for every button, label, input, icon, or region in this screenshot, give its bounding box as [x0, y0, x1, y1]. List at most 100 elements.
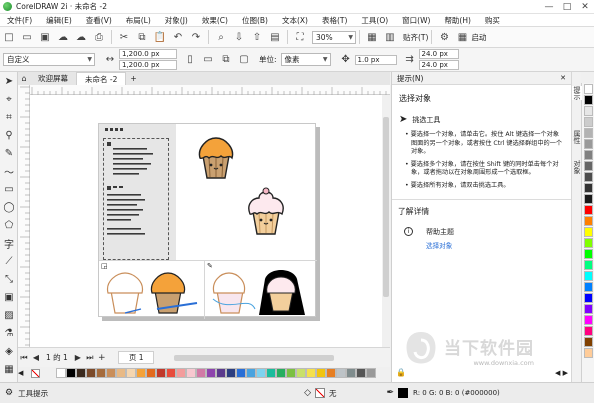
menu-help[interactable]: 帮助(H) [437, 14, 478, 27]
vertical-ruler[interactable] [18, 85, 30, 347]
cloud-upload-icon[interactable]: ☁ [56, 30, 70, 44]
color-swatch[interactable] [583, 271, 593, 281]
zoom-tool-icon[interactable]: ⚲ [0, 126, 18, 144]
ellipse-tool-icon[interactable]: ◯ [0, 198, 18, 216]
no-color-swatch[interactable] [31, 368, 41, 378]
color-swatch[interactable] [136, 368, 146, 378]
color-swatch[interactable] [206, 368, 216, 378]
current-page-icon[interactable]: ▢ [237, 53, 251, 67]
color-swatch[interactable] [583, 161, 593, 171]
page-tab[interactable]: 页 1 [117, 351, 155, 364]
connector-tool-icon[interactable]: ⤡ [0, 270, 18, 288]
color-swatch[interactable] [366, 368, 376, 378]
landscape-icon[interactable]: ▭ [201, 53, 215, 67]
color-swatch[interactable] [216, 368, 226, 378]
menu-bitmaps[interactable]: 位图(B) [235, 14, 275, 27]
tab-document[interactable]: 未命名 -2 [76, 72, 127, 85]
color-swatch[interactable] [346, 368, 356, 378]
units-select[interactable]: 像素 ▼ [280, 53, 331, 66]
home-icon[interactable]: ⌂ [18, 72, 30, 85]
color-swatch[interactable] [146, 368, 156, 378]
fullscreen-icon[interactable]: ⛶ [293, 30, 307, 44]
color-swatch[interactable] [336, 368, 346, 378]
menu-text[interactable]: 文本(X) [275, 14, 315, 27]
orange-cupcake-illustration[interactable] [197, 134, 235, 180]
snap-to-button[interactable]: 贴齐(T) [403, 32, 428, 43]
add-tab-button[interactable]: + [126, 72, 140, 85]
menu-object[interactable]: 对象(J) [158, 14, 195, 27]
scroll-thumb[interactable] [383, 117, 389, 297]
freehand-tool-icon[interactable]: ✎ [0, 144, 18, 162]
color-swatch[interactable] [116, 368, 126, 378]
gear-icon[interactable]: ⚙ [5, 388, 13, 398]
color-swatch[interactable] [306, 368, 316, 378]
close-button[interactable]: ✕ [576, 0, 594, 14]
shape-tool-icon[interactable]: ⌖ [0, 90, 18, 108]
color-swatch[interactable] [246, 368, 256, 378]
copy-icon[interactable]: ⧉ [135, 30, 149, 44]
interactive-fill-icon[interactable]: ◈ [0, 342, 18, 360]
color-swatch[interactable] [96, 368, 106, 378]
side-tab-objects[interactable]: 对象 [572, 160, 582, 174]
color-swatch[interactable] [86, 368, 96, 378]
crop-tool-icon[interactable]: ⌗ [0, 108, 18, 126]
smart-fill-icon[interactable]: ▦ [0, 360, 18, 378]
page-height-field[interactable]: 1,200.0 px [119, 60, 177, 70]
color-swatch[interactable] [583, 315, 593, 325]
open-folder-icon[interactable]: ▭ [20, 30, 34, 44]
next-page-icon[interactable]: ▶ [72, 349, 84, 367]
menu-tools[interactable]: 工具(O) [354, 14, 395, 27]
artistic-media-icon[interactable]: 〜 [0, 162, 18, 180]
lock-icon[interactable]: 🔒 [396, 368, 406, 377]
polygon-tool-icon[interactable]: ⬠ [0, 216, 18, 234]
color-swatch[interactable] [176, 368, 186, 378]
color-swatch[interactable] [286, 368, 296, 378]
scroll-arrows-icon[interactable]: ◀ ▶ [555, 369, 568, 377]
color-swatch[interactable] [583, 194, 593, 204]
color-swatch[interactable] [583, 282, 593, 292]
undo-icon[interactable]: ↶ [171, 30, 185, 44]
color-swatch[interactable] [156, 368, 166, 378]
minimize-button[interactable]: — [540, 0, 558, 14]
color-swatch[interactable] [356, 368, 366, 378]
cloud-download-icon[interactable]: ☁ [74, 30, 88, 44]
horizontal-ruler[interactable] [30, 85, 390, 95]
view-mode-icon[interactable]: ▦ [365, 30, 379, 44]
fill-none-swatch[interactable] [315, 388, 325, 398]
color-swatch[interactable] [583, 128, 593, 138]
side-tab-properties[interactable]: 属性 [572, 130, 582, 144]
color-swatch[interactable] [66, 368, 76, 378]
color-swatch[interactable] [186, 368, 196, 378]
color-swatch[interactable] [236, 368, 246, 378]
page-preset-select[interactable]: 自定义 ▼ [3, 53, 95, 66]
parallel-dimension-icon[interactable]: ⟋ [0, 252, 18, 270]
color-swatch[interactable] [276, 368, 286, 378]
page-width-field[interactable]: 1,200.0 px [119, 49, 177, 59]
color-swatch[interactable] [583, 172, 593, 182]
help-topic-link[interactable]: 选择对象 [426, 240, 454, 250]
color-swatch[interactable] [583, 326, 593, 336]
tab-welcome-screen[interactable]: 欢迎屏幕 [30, 72, 76, 85]
menu-file[interactable]: 文件(F) [0, 14, 39, 27]
portrait-icon[interactable]: ▯ [183, 53, 197, 67]
color-swatch[interactable] [583, 150, 593, 160]
zoom-level-select[interactable]: 30% ▼ [312, 30, 356, 44]
color-swatch[interactable] [296, 368, 306, 378]
maximize-button[interactable]: □ [558, 0, 576, 14]
menu-window[interactable]: 窗口(W) [395, 14, 437, 27]
print-icon[interactable]: ⎙ [92, 30, 106, 44]
color-swatch[interactable] [583, 348, 593, 358]
outline-color-swatch[interactable] [398, 388, 409, 398]
import-icon[interactable]: ⇩ [232, 30, 246, 44]
color-swatch[interactable] [196, 368, 206, 378]
menu-buy[interactable]: 购买 [478, 14, 507, 27]
palette-scroll-left-icon[interactable]: ◀ [18, 369, 23, 377]
drawing-canvas[interactable]: ◲ ✎ [30, 95, 382, 347]
color-swatch[interactable] [583, 183, 593, 193]
color-swatch[interactable] [583, 205, 593, 215]
cut-icon[interactable]: ✂ [117, 30, 131, 44]
color-swatch[interactable] [106, 368, 116, 378]
eyedropper-icon[interactable]: ⚗ [0, 324, 18, 342]
color-swatch[interactable] [583, 238, 593, 248]
search-content-icon[interactable]: ⌕ [214, 30, 228, 44]
